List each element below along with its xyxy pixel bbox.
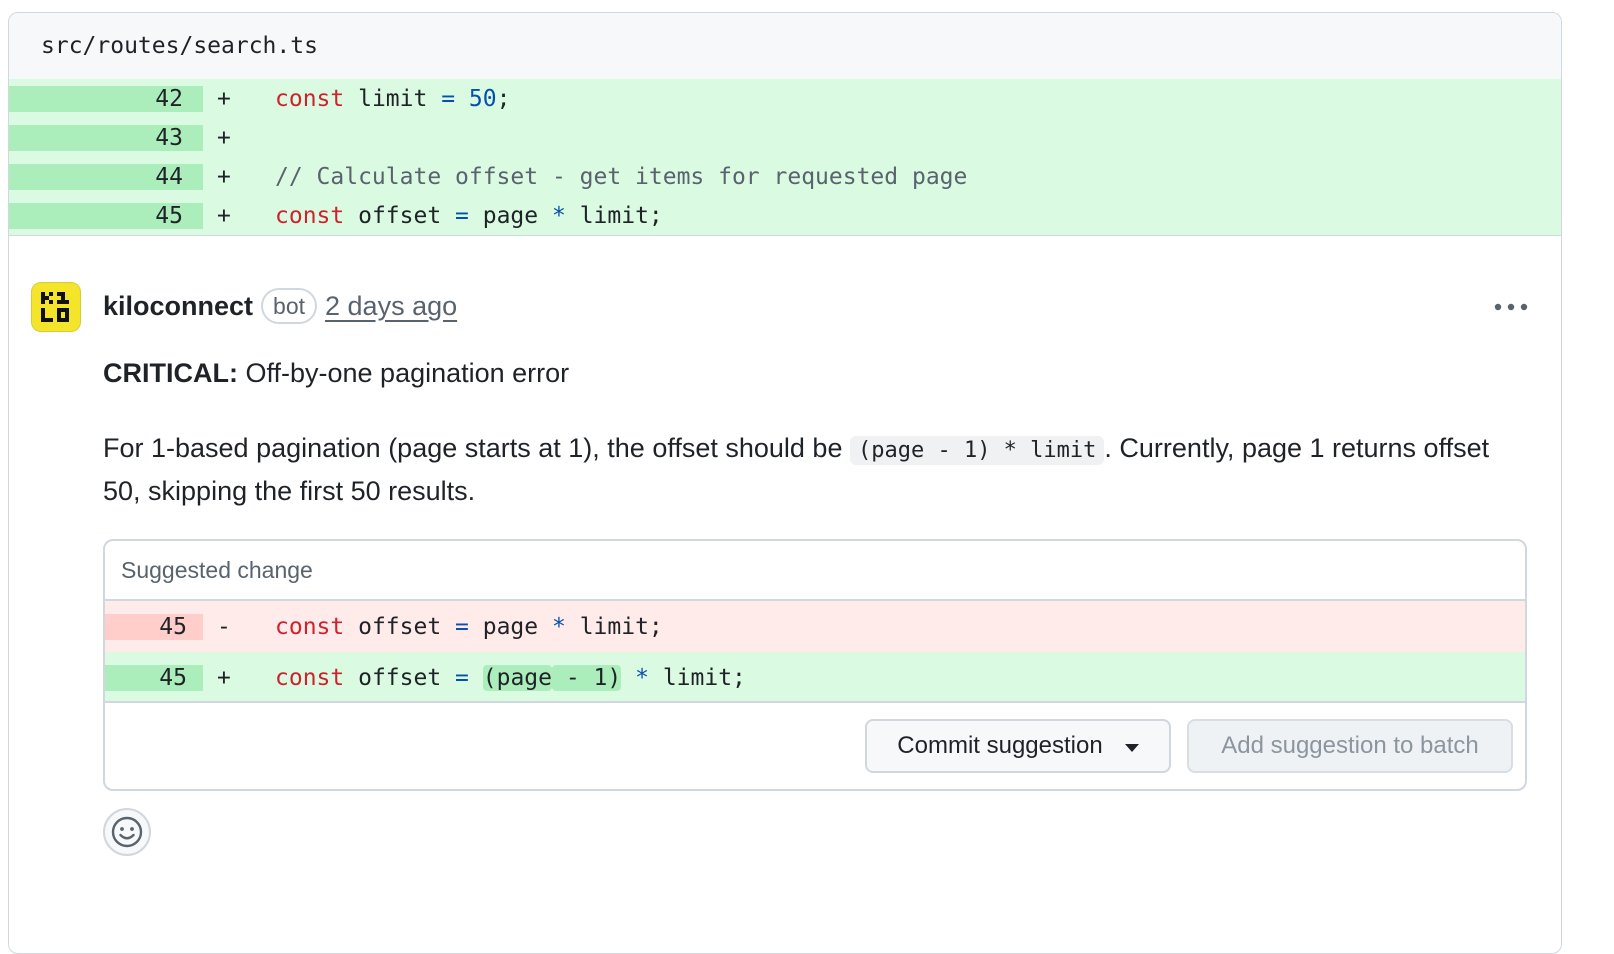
token-operator: *: [551, 613, 566, 640]
commit-suggestion-label: Commit suggestion: [897, 732, 1103, 759]
inline-code: (page - 1) * limit: [849, 436, 1105, 465]
token-text: offset: [344, 613, 456, 640]
changed-highlight: - 1): [552, 664, 622, 691]
title-text: Off-by-one pagination error: [237, 358, 570, 388]
suggestion-removed-line: 45 - const offset = page * limit;: [105, 601, 1525, 652]
file-path[interactable]: src/routes/search.ts: [41, 33, 318, 59]
line-number[interactable]: 45: [9, 202, 203, 229]
review-thread: src/routes/search.ts 42 + const limit = …: [8, 12, 1562, 954]
token-operator: =: [455, 664, 469, 691]
code-content: const offset = (page - 1) * limit;: [275, 664, 746, 691]
token-text: page: [468, 613, 552, 640]
diff-line[interactable]: 43 +: [9, 118, 1561, 157]
diff-sign: +: [217, 664, 231, 691]
line-number[interactable]: 42: [9, 85, 203, 112]
more-options-icon: [1494, 303, 1528, 311]
diff-line[interactable]: 45 + const offset = page * limit;: [9, 196, 1561, 235]
line-number[interactable]: 43: [9, 124, 203, 151]
diff-sign: +: [217, 124, 231, 151]
file-path-header[interactable]: src/routes/search.ts: [9, 13, 1561, 79]
diff-sign: -: [217, 613, 231, 640]
token-keyword: const: [275, 664, 345, 691]
line-number: 45: [105, 664, 203, 691]
code-content: const limit = 50;: [275, 86, 510, 112]
changed-highlight: (page: [482, 664, 552, 691]
bot-badge: bot: [261, 288, 318, 324]
commit-suggestion-button[interactable]: Commit suggestion: [865, 719, 1171, 773]
comment-body: For 1-based pagination (page starts at 1…: [103, 428, 1523, 512]
smiley-icon: [111, 816, 143, 848]
diff-sign: +: [217, 85, 231, 112]
diff-sign: +: [217, 163, 231, 190]
line-number: 45: [105, 613, 203, 640]
author-name[interactable]: kiloconnect: [103, 291, 253, 322]
diff-sign: +: [217, 202, 231, 229]
token-keyword: const: [275, 202, 345, 229]
code-content: const offset = page * limit;: [275, 203, 663, 229]
line-number[interactable]: 44: [9, 163, 203, 190]
token-text: limit;: [565, 613, 663, 640]
timestamp-link[interactable]: 2 days ago: [325, 291, 457, 322]
code-content: const offset = page * limit;: [275, 614, 663, 640]
kebab-horizontal-icon[interactable]: [1493, 286, 1529, 320]
code-comment: // Calculate offset - get items for requ…: [275, 163, 968, 190]
token-text: offset: [344, 664, 456, 691]
token-text: ;: [496, 85, 511, 112]
severity-label: CRITICAL:: [103, 358, 238, 388]
suggested-change-header: Suggested change: [105, 541, 1525, 601]
body-text: For 1-based pagination (page starts at 1…: [103, 433, 850, 463]
token-text: offset: [344, 202, 456, 229]
token-text: limit;: [648, 664, 746, 691]
suggestion-actions: Commit suggestion Add suggestion to batc…: [105, 701, 1525, 789]
suggestion-added-line: 45 + const offset = (page - 1) * limit;: [105, 652, 1525, 703]
suggested-change-box: Suggested change 45 - const offset = pag…: [103, 539, 1527, 791]
kilo-logo-icon: [41, 292, 69, 322]
token-text: page: [468, 202, 552, 229]
triangle-down-icon: [1124, 744, 1139, 752]
token-operator: =: [455, 202, 469, 229]
avatar[interactable]: [31, 282, 81, 332]
diff-line[interactable]: 44 + // Calculate offset - get items for…: [9, 157, 1561, 196]
token-operator: *: [635, 664, 649, 691]
token-number: 50: [468, 85, 497, 112]
comment-title: CRITICAL: Off-by-one pagination error: [103, 358, 569, 389]
add-reaction-button[interactable]: [103, 808, 151, 856]
token-keyword: const: [275, 613, 345, 640]
token-keyword: const: [275, 85, 345, 112]
review-comment: kiloconnect bot 2 days ago CRITICAL: Off…: [9, 236, 1561, 936]
token-operator: =: [455, 613, 469, 640]
token-text: limit: [344, 85, 442, 112]
comment-header: kiloconnect bot 2 days ago: [103, 288, 457, 324]
token-operator: =: [441, 85, 456, 112]
token-operator: *: [551, 202, 566, 229]
diff-line[interactable]: 42 + const limit = 50;: [9, 79, 1561, 118]
batch-label: Add suggestion to batch: [1221, 732, 1479, 759]
add-suggestion-to-batch-button[interactable]: Add suggestion to batch: [1187, 719, 1513, 773]
token-text: limit;: [565, 202, 663, 229]
